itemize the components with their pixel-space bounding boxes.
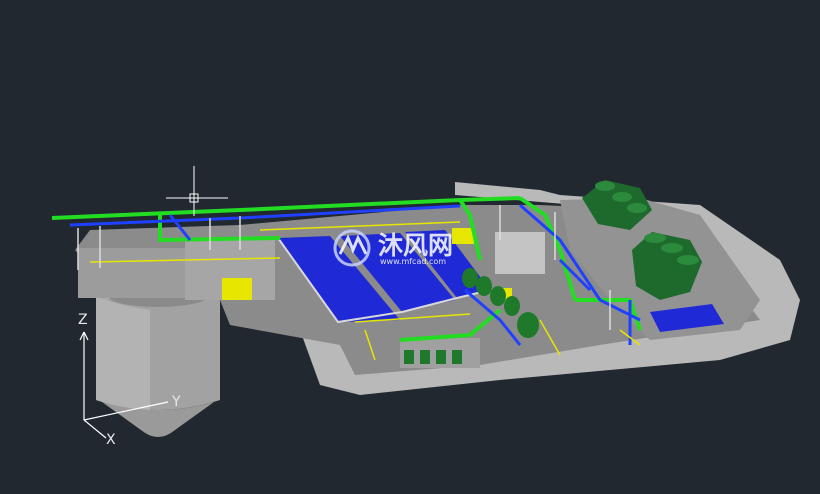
axis-y-label: Y (171, 394, 181, 410)
yellow-skid-2 (452, 228, 474, 244)
axis-x-label: X (106, 432, 116, 448)
watermark-text: 沐风网 (378, 231, 453, 260)
cad-viewport[interactable]: 沐风网 www.mfcad.com Z Y X (0, 0, 820, 494)
watermark-url: www.mfcad.com (380, 257, 446, 266)
crosshair-cursor-icon (166, 166, 228, 216)
axis-z-label: Z (78, 312, 88, 328)
building-left (78, 248, 188, 298)
blower-house (495, 232, 545, 274)
yellow-skid-1 (222, 278, 252, 300)
plant-3d-model[interactable]: 沐风网 www.mfcad.com Z Y X (0, 0, 820, 494)
